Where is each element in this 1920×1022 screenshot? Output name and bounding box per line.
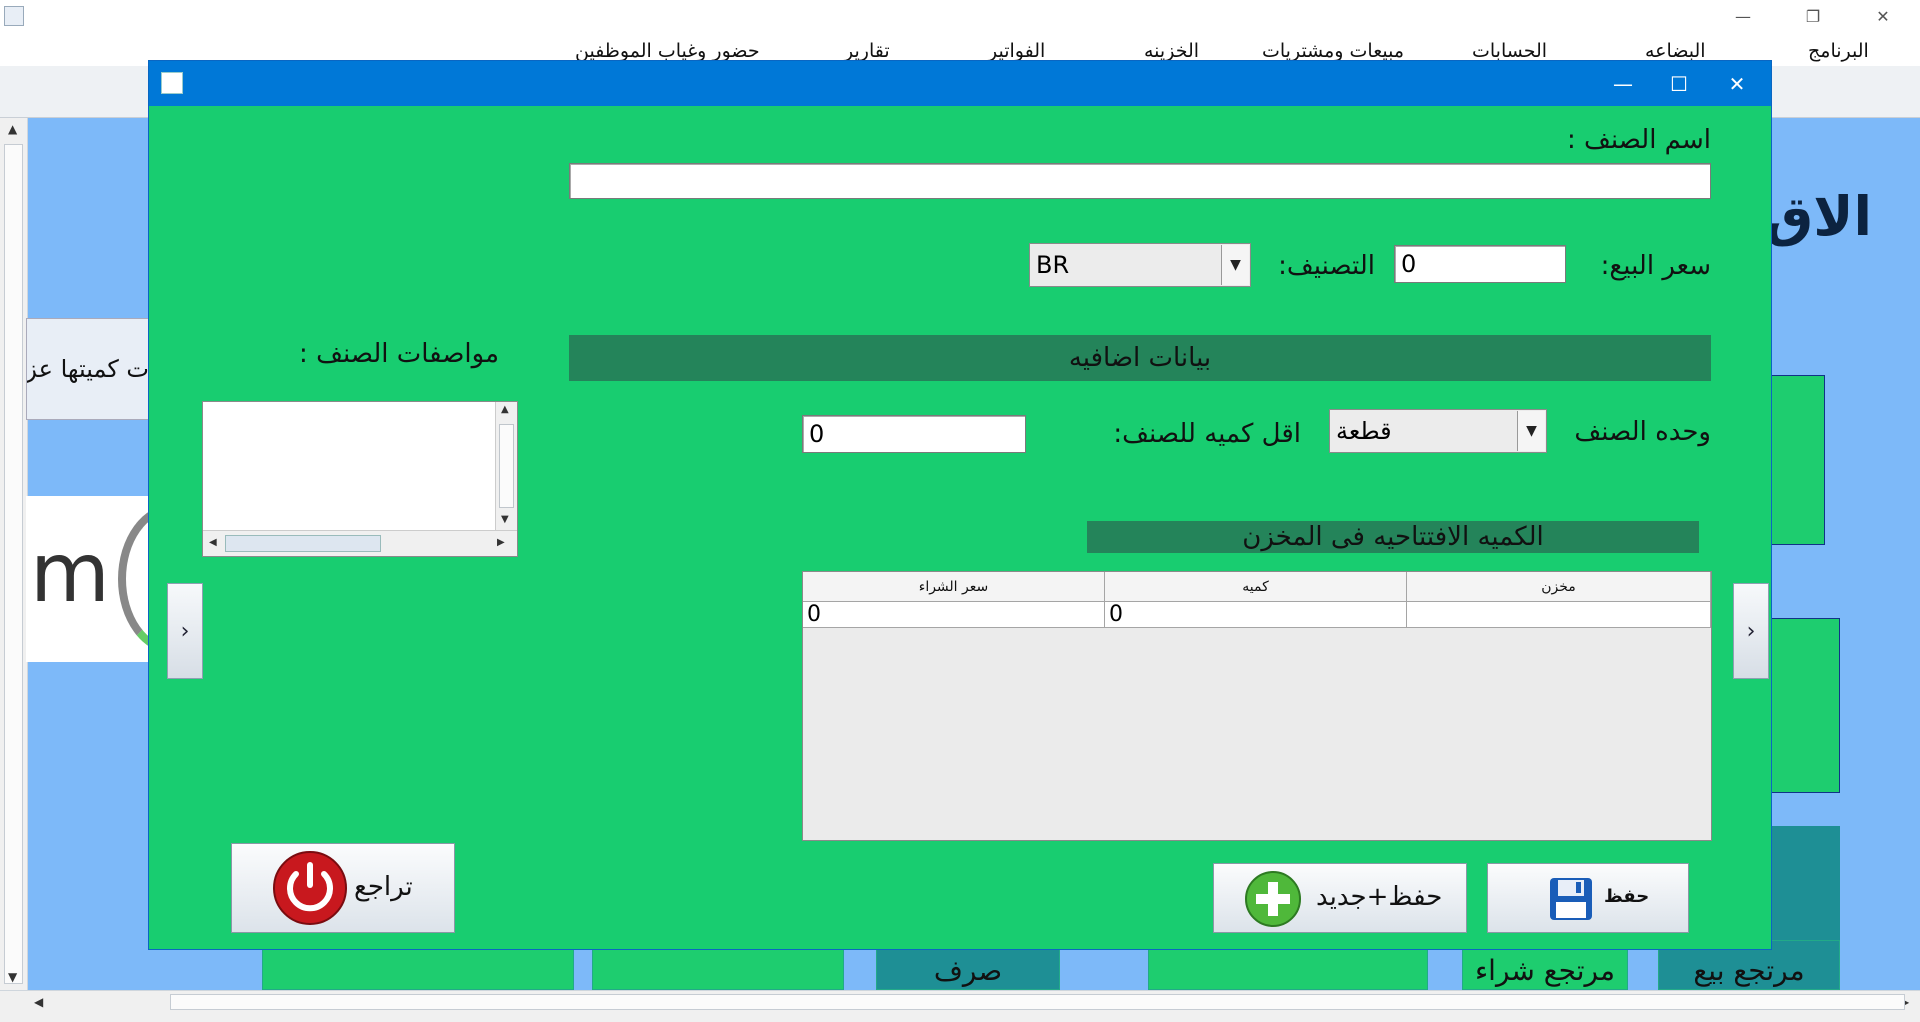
main-horizontal-scroll-thumb[interactable] (170, 994, 1905, 1010)
dialog-titlebar[interactable]: — ☐ ✕ (149, 61, 1771, 106)
item-description-textarea[interactable]: ▲ ▼ ◀ ▶ (202, 401, 518, 557)
scroll-left-icon[interactable]: ◀ (209, 537, 217, 548)
save-button-label: حفظ (1604, 886, 1650, 907)
java-app-icon (4, 6, 24, 26)
table-cell-quantity[interactable]: 0 (1105, 602, 1407, 628)
background-quantity-card[interactable]: ت كميتها عز (26, 318, 156, 420)
sale-price-label: سعر البيع: (1600, 251, 1711, 281)
description-vertical-thumb[interactable] (499, 424, 514, 508)
description-horizontal-thumb[interactable] (225, 535, 381, 552)
main-vertical-scrollbar[interactable]: ▲ ▼ (0, 118, 28, 990)
menu-invoices[interactable]: الفواتير (988, 40, 1045, 62)
chevron-down-icon[interactable]: ▼ (1517, 411, 1545, 451)
dialog-close-icon[interactable]: ✕ (1709, 61, 1765, 106)
extra-data-header: بيانات اضافيه (569, 335, 1711, 381)
description-vertical-scrollbar[interactable]: ▲ ▼ (495, 402, 517, 530)
restore-icon[interactable]: ❐ (1790, 0, 1836, 32)
save-and-new-button[interactable]: حفظ+جديد (1213, 863, 1467, 933)
floppy-disk-icon (1550, 878, 1592, 920)
close-icon[interactable]: ✕ (1860, 0, 1906, 32)
back-button-label: تراجع (354, 872, 413, 902)
table-cell-purchase-price[interactable]: 0 (803, 602, 1105, 628)
scroll-right-icon[interactable]: ▶ (497, 537, 505, 548)
column-header-quantity[interactable]: كميه (1105, 572, 1407, 602)
main-vertical-scroll-thumb[interactable] (4, 144, 23, 984)
opening-quantity-header: الكميه الافتتاحيه فى المخزن (1087, 521, 1699, 553)
scroll-left-icon[interactable]: ◀ (34, 995, 43, 1009)
item-unit-label: وحده الصنف (1574, 417, 1711, 447)
right-nav-button[interactable]: › (1733, 583, 1769, 679)
chevron-down-icon[interactable]: ▼ (1221, 245, 1249, 285)
save-button[interactable]: حفظ (1487, 863, 1689, 933)
column-header-store[interactable]: مخزن (1407, 572, 1711, 602)
min-qty-input[interactable]: 0 (802, 415, 1026, 453)
table-cell-store[interactable] (1407, 602, 1711, 628)
column-header-purchase-price[interactable]: سعر الشراء (803, 572, 1105, 602)
menu-accounts[interactable]: الحسابات (1472, 40, 1547, 62)
add-item-dialog: — ☐ ✕ اسم الصنف : سعر البيع: 0 التصنيف: … (148, 60, 1772, 950)
back-button[interactable]: تراجع (231, 843, 455, 933)
chevron-right-icon: › (180, 618, 190, 644)
menu-sales-purchases[interactable]: مبيعات ومشتريات (1262, 40, 1404, 62)
menu-treasury[interactable]: الخزينه (1144, 40, 1199, 62)
category-dropdown[interactable]: BR ▼ (1029, 243, 1251, 287)
min-qty-label: اقل كميه للصنف: (1113, 419, 1301, 449)
item-description-label: مواصفات الصنف : (299, 339, 499, 369)
chevron-right-icon: › (1746, 618, 1756, 644)
background-tile-2[interactable] (1760, 618, 1840, 793)
category-label: التصنيف: (1278, 251, 1375, 281)
item-name-input[interactable] (569, 163, 1711, 199)
left-nav-button[interactable]: › (167, 583, 203, 679)
plus-circle-icon (1245, 871, 1301, 927)
minimize-icon[interactable]: — (1720, 0, 1766, 32)
save-and-new-button-label: حفظ+جديد (1316, 882, 1443, 912)
sale-price-input[interactable]: 0 (1394, 245, 1566, 283)
background-logo: m (26, 496, 156, 662)
background-logo-text: m (30, 526, 110, 621)
menu-program[interactable]: البرنامج (1808, 40, 1869, 62)
opening-stock-table[interactable]: مخزن كميه سعر الشراء 0 0 (802, 571, 1712, 841)
main-titlebar (0, 0, 1920, 32)
java-app-icon (161, 72, 183, 94)
dialog-minimize-icon[interactable]: — (1595, 61, 1651, 106)
description-horizontal-scrollbar[interactable]: ◀ ▶ (203, 530, 517, 556)
background-quantity-card-text: ت كميتها عز (26, 355, 149, 383)
category-dropdown-value: BR (1036, 251, 1070, 279)
background-page-title: الاق (1765, 185, 1872, 248)
scroll-down-icon[interactable]: ▼ (8, 970, 17, 984)
item-unit-dropdown-value: قطعة (1336, 417, 1392, 445)
item-unit-dropdown[interactable]: قطعة ▼ (1329, 409, 1547, 453)
dialog-maximize-icon[interactable]: ☐ (1651, 61, 1707, 106)
menu-attendance[interactable]: حضور وغياب الموظفين (575, 40, 760, 62)
scroll-up-icon[interactable]: ▲ (501, 404, 509, 415)
menu-goods[interactable]: البضاعه (1645, 40, 1706, 62)
menu-reports[interactable]: تقارير (844, 40, 890, 62)
item-name-label: اسم الصنف : (1566, 125, 1711, 155)
power-icon (273, 851, 347, 925)
scroll-up-icon[interactable]: ▲ (8, 122, 17, 136)
scroll-down-icon[interactable]: ▼ (501, 514, 509, 525)
